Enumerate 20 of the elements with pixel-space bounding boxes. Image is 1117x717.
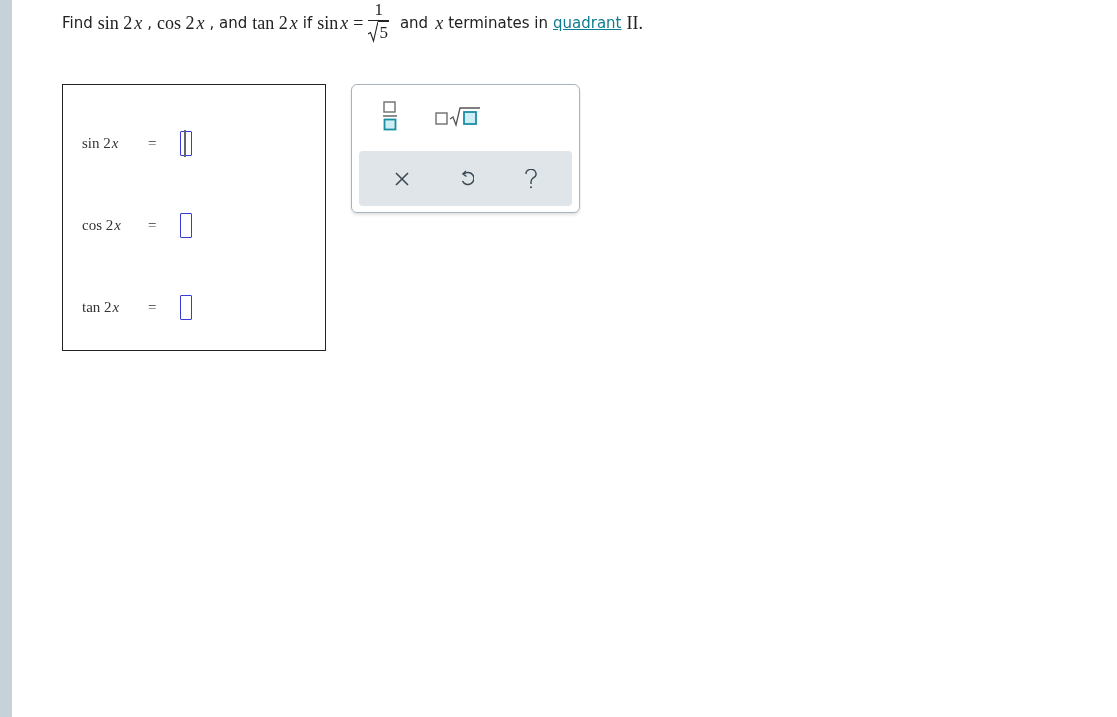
function-label: tan 2x xyxy=(82,298,121,316)
answer-box[interactable] xyxy=(180,212,192,238)
undo-icon xyxy=(459,169,474,188)
close-button[interactable] xyxy=(394,171,409,186)
equals-sign: = xyxy=(148,298,158,316)
close-icon xyxy=(394,171,409,186)
answer-box[interactable] xyxy=(180,294,192,320)
question-text: Find sin 2x , cos 2x , and tan 2x if sinx = 1 5 and x terminates in quadrant II. xyxy=(62,0,644,46)
square-root-icon xyxy=(368,21,379,43)
equals-sign: = xyxy=(148,134,158,152)
function-label: sin 2x xyxy=(82,134,120,152)
nth-root-button[interactable] xyxy=(435,105,481,127)
help-icon xyxy=(524,168,537,189)
help-button[interactable] xyxy=(524,168,537,189)
undo-button[interactable] xyxy=(459,169,474,188)
function-label: cos 2x xyxy=(82,216,122,234)
answer-box[interactable] xyxy=(180,130,192,156)
equals-sign: = xyxy=(148,216,158,234)
quadrant-link[interactable]: quadrant xyxy=(553,12,622,34)
fraction-button[interactable] xyxy=(383,101,397,131)
